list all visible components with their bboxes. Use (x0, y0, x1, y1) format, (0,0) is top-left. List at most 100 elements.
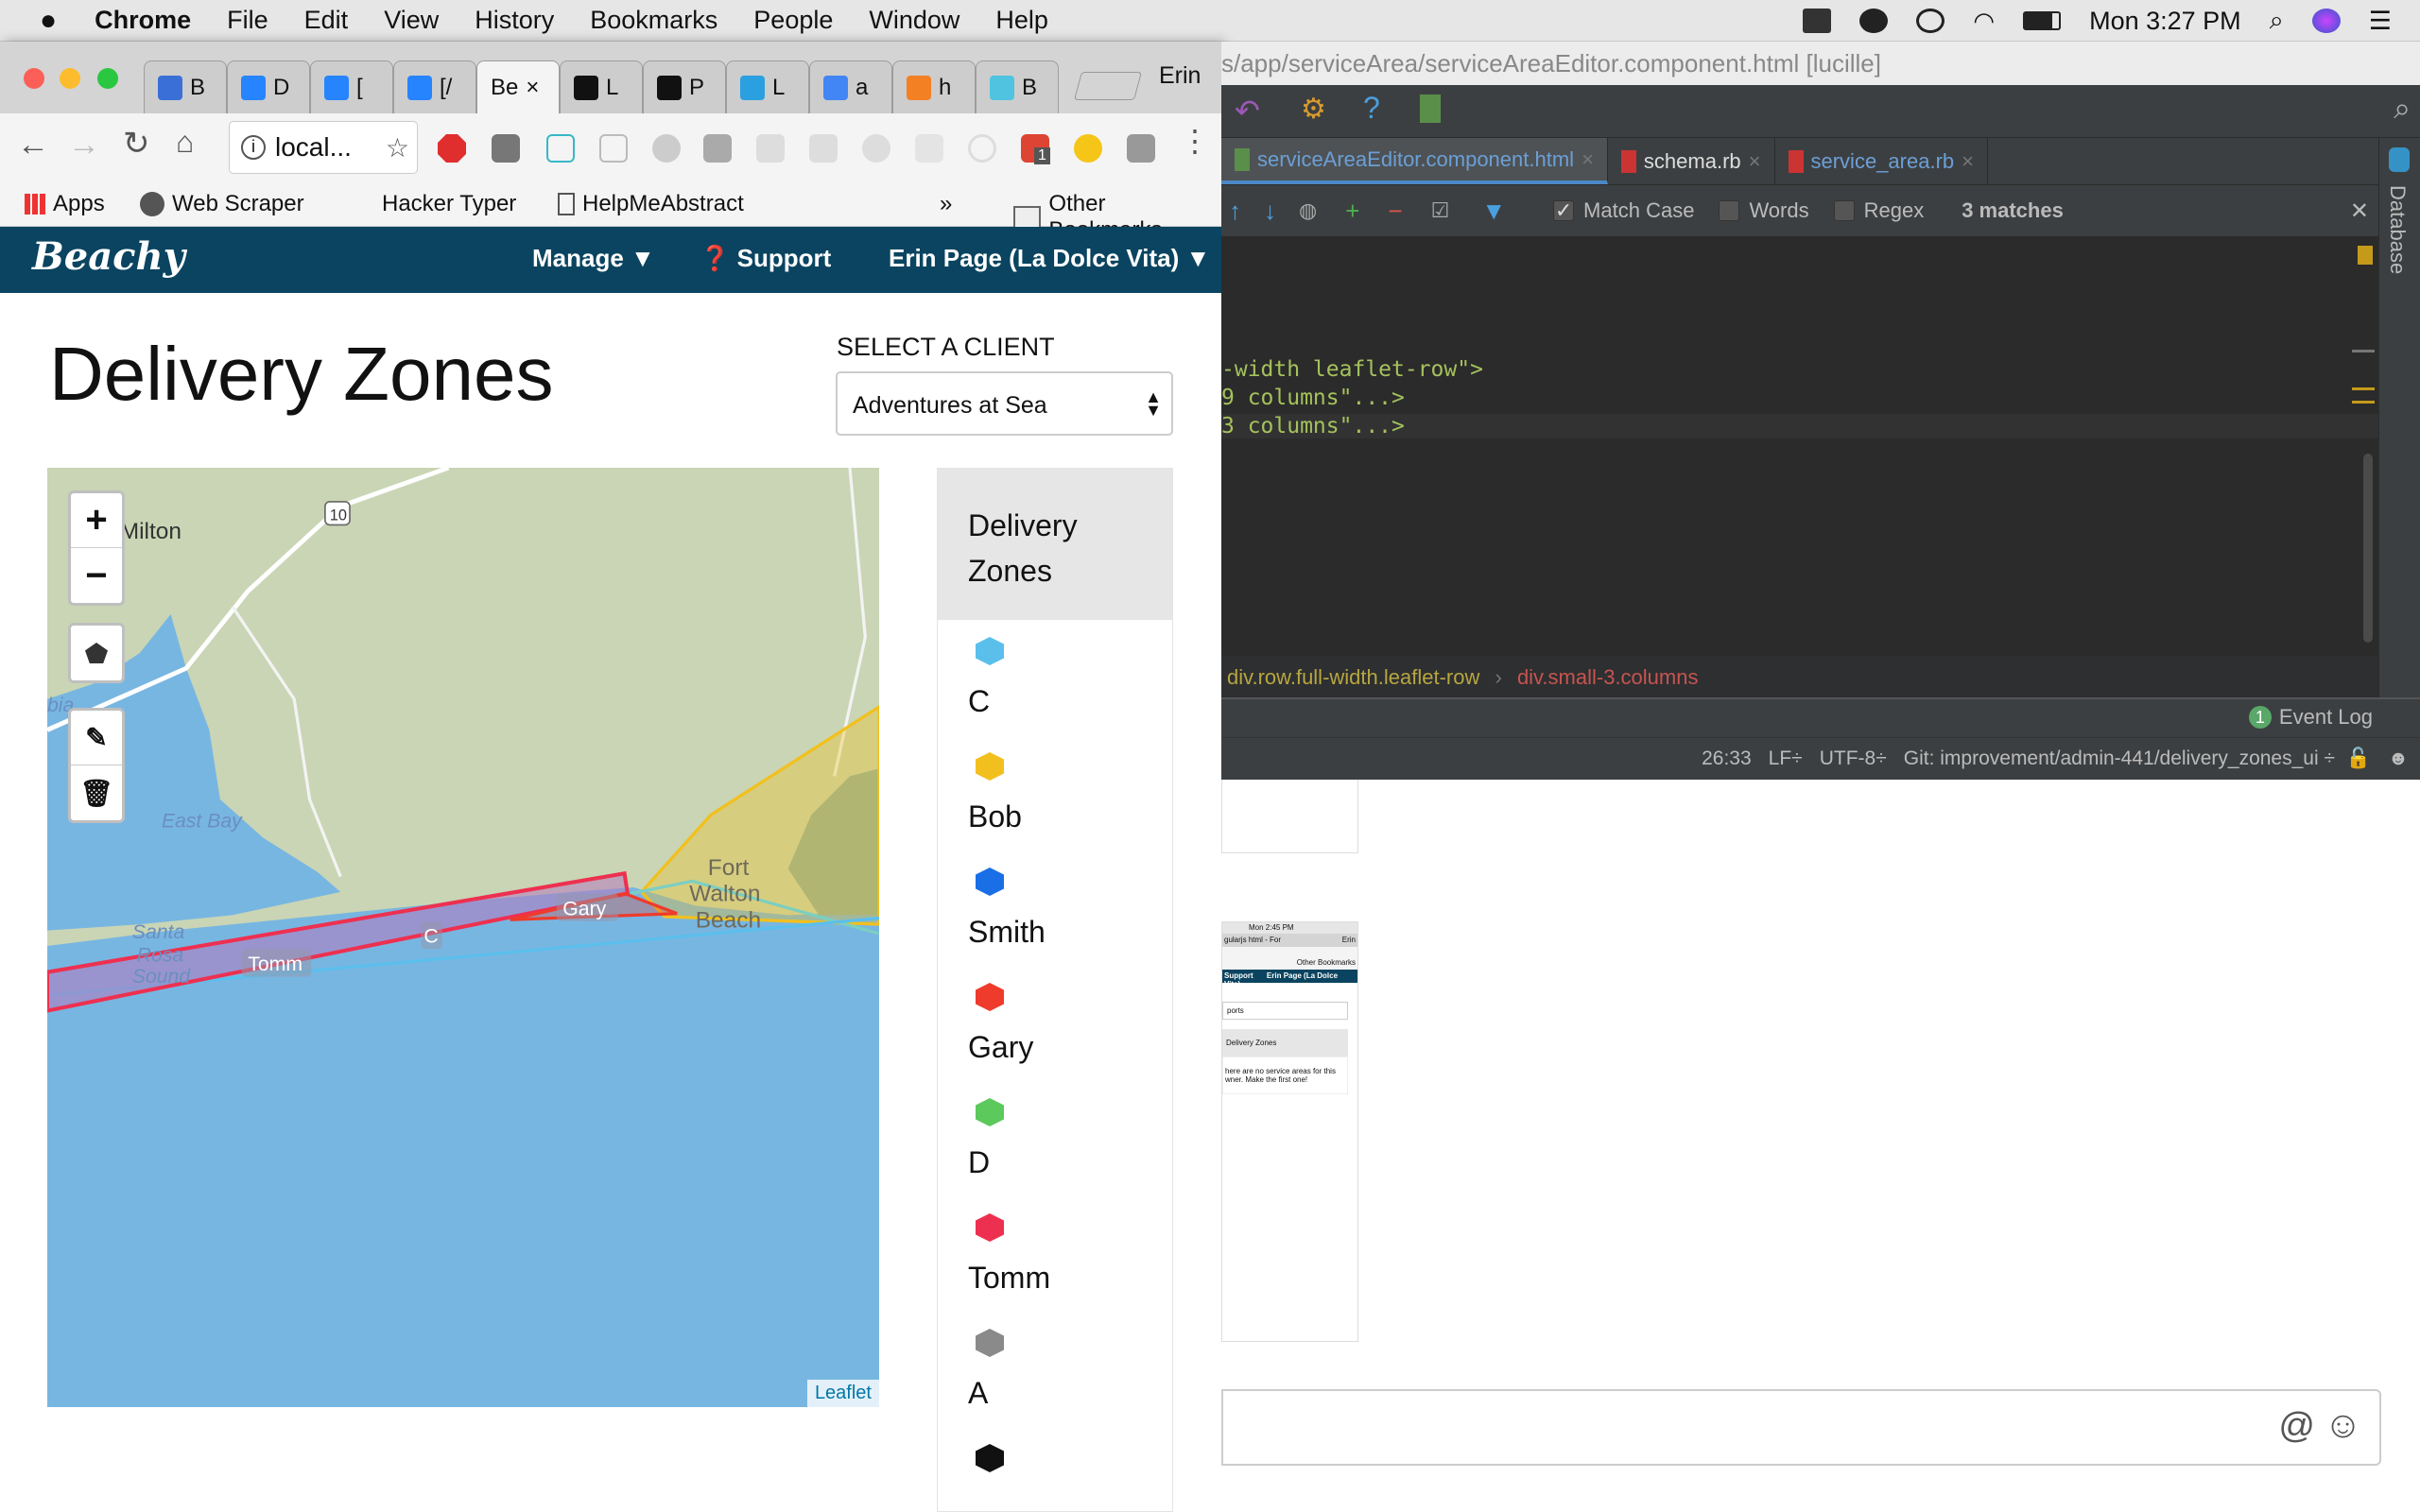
chat-extension-icon[interactable] (809, 134, 838, 163)
search-everywhere-icon[interactable]: ⌕ (2394, 91, 2411, 127)
angular-extension-icon[interactable] (492, 134, 520, 163)
minimize-window-button[interactable] (60, 68, 80, 89)
forward-icon[interactable]: → (68, 127, 100, 163)
menu-app-name[interactable]: Chrome (95, 6, 191, 35)
select-all-icon[interactable]: ◍ (1299, 198, 1317, 223)
toggle-selection-icon[interactable]: ☑ (1431, 198, 1450, 223)
draw-polygon-button[interactable] (71, 626, 122, 680)
zoom-out-button[interactable]: − (71, 548, 122, 603)
legend-item-label[interactable]: Smith (968, 915, 1046, 950)
beachy-logo[interactable]: Beachy (32, 234, 185, 279)
edit-layers-button[interactable]: ✎ (71, 711, 122, 765)
git-branch[interactable]: Git: improvement/admin-441/delivery_zone… (1904, 747, 2335, 770)
filter-icon[interactable]: ▼ (1481, 197, 1506, 226)
browser-tab[interactable]: L (726, 60, 809, 113)
menu-people[interactable]: People (753, 6, 833, 35)
info-icon[interactable]: i (241, 135, 266, 160)
remove-selection-icon[interactable]: − (1388, 197, 1402, 226)
editor-tab[interactable]: service_area.rb × (1775, 138, 1988, 184)
editor-scrollbar[interactable] (2363, 454, 2373, 643)
emoji-button[interactable]: ☺ (2324, 1404, 2362, 1447)
bookmark-star-icon[interactable]: ☆ (386, 132, 409, 163)
home-icon[interactable]: ⌂ (176, 125, 194, 160)
url-text[interactable]: local... (275, 132, 352, 163)
editor-tab[interactable]: serviceAreaEditor.component.html × (1221, 138, 1608, 184)
settings-icon[interactable]: ⚙ (1301, 93, 1326, 126)
menu-bookmarks[interactable]: Bookmarks (590, 6, 717, 35)
support-link[interactable]: ❓ Support (700, 244, 831, 273)
bookmark-hacker-typer[interactable]: Hacker Typer (382, 191, 516, 217)
help-icon[interactable]: ? (1363, 91, 1380, 126)
delivery-zone-map[interactable]: Santa Rosa Sound East Bay bia Milton For… (47, 468, 879, 1407)
browser-tab[interactable]: [/ (393, 60, 476, 113)
legend-item-label[interactable]: D (968, 1145, 990, 1180)
caret-position[interactable]: 26:33 (1702, 747, 1752, 770)
menu-help[interactable]: Help (995, 6, 1048, 35)
address-bar[interactable]: i local... ☆ (229, 121, 418, 174)
close-window-button[interactable] (24, 68, 44, 89)
close-tab-icon[interactable]: × (1962, 149, 1974, 174)
breadcrumb-item[interactable]: div.row.full-width.leaflet-row (1227, 665, 1479, 689)
mention-button[interactable]: @ (2278, 1406, 2315, 1447)
close-tab-icon[interactable]: × (1749, 149, 1761, 174)
u-extension-icon[interactable] (862, 134, 890, 163)
zoom-in-button[interactable]: + (71, 493, 122, 548)
regex-checkbox[interactable]: Regex (1833, 198, 1924, 223)
circle-extension-icon[interactable] (652, 134, 681, 163)
manage-menu[interactable]: Manage ▼ (532, 244, 655, 273)
sdk-icon[interactable] (1420, 94, 1441, 123)
zoom-window-button[interactable] (97, 68, 118, 89)
record-icon[interactable] (1859, 9, 1889, 33)
words-checkbox[interactable]: Words (1719, 198, 1809, 223)
browser-tab[interactable]: h (892, 60, 976, 113)
screenshot-thumbnail[interactable]: Mon 2:45 PM gularjs html - For Erin Othe… (1221, 921, 1358, 1342)
lock-icon[interactable]: 🔓 (2346, 747, 2371, 770)
browser-tab[interactable]: L (560, 60, 643, 113)
bookmark-helpmeabstract[interactable]: HelpMeAbstract (558, 191, 744, 217)
undo-icon[interactable]: ↶ (1235, 93, 1260, 129)
menu-window[interactable]: Window (869, 6, 959, 35)
close-tab-icon[interactable]: × (526, 75, 539, 101)
legend-item-label[interactable]: Gary (968, 1030, 1033, 1065)
battery-icon[interactable] (2023, 11, 2062, 30)
menu-file[interactable]: File (227, 6, 268, 35)
browser-tab[interactable]: [ (310, 60, 393, 113)
delete-layers-button[interactable]: 🗑 (71, 765, 122, 820)
hector-icon[interactable]: ☻ (2388, 747, 2409, 770)
moon-extension-icon[interactable] (1074, 134, 1102, 163)
target-extension-icon[interactable] (968, 134, 996, 163)
adblock-extension-icon[interactable] (438, 134, 466, 163)
dropbox-icon[interactable] (1803, 9, 1832, 33)
legend-item-label[interactable]: Bob (968, 799, 1022, 834)
menu-history[interactable]: History (475, 6, 554, 35)
notification-center-icon[interactable]: ☰ (2369, 7, 2392, 36)
legend-item-label[interactable]: Tomm (968, 1261, 1050, 1296)
spotlight-icon[interactable]: ⌕ (2270, 6, 2284, 36)
leaflet-attribution-link[interactable]: Leaflet (806, 1380, 879, 1407)
browser-tab[interactable]: D (227, 60, 310, 113)
apple-icon[interactable]: ● (40, 5, 57, 37)
browser-tab[interactable]: a (809, 60, 892, 113)
code-editor[interactable]: -width leaflet-row"> 9 columns"...> 3 co… (1221, 236, 2378, 656)
menu-edit[interactable]: Edit (304, 6, 349, 35)
user-menu[interactable]: Erin Page (La Dolce Vita) ▼ (889, 244, 1210, 273)
calendar-extension-icon[interactable]: 1 (1021, 134, 1050, 164)
file-encoding[interactable]: UTF-8÷ (1820, 747, 1887, 770)
h-extension-icon[interactable] (703, 134, 732, 163)
close-tab-icon[interactable]: × (1582, 147, 1594, 172)
wifi-icon[interactable]: ◠ (1973, 7, 1995, 36)
previous-match-icon[interactable]: ↑ (1229, 197, 1241, 226)
chrome-menu-icon[interactable]: ⋮ (1180, 123, 1210, 159)
siri-icon[interactable] (2311, 9, 2341, 33)
bookmark-apps[interactable]: Apps (25, 191, 105, 217)
dropbox-extension-icon[interactable] (756, 134, 785, 163)
legend-item-label[interactable]: C (968, 684, 990, 719)
map-tiles[interactable]: Santa Rosa Sound East Bay bia Milton For… (47, 468, 879, 1407)
browser-tab[interactable]: B (976, 60, 1059, 113)
database-tool-strip[interactable]: Database (2378, 138, 2420, 697)
breadcrumb-item[interactable]: div.small-3.columns (1517, 665, 1699, 689)
json-extension-icon[interactable] (599, 134, 628, 163)
profile-button[interactable]: Erin (1159, 62, 1201, 90)
browser-tab[interactable]: Be × (476, 60, 560, 113)
back-icon[interactable]: ← (17, 127, 49, 163)
